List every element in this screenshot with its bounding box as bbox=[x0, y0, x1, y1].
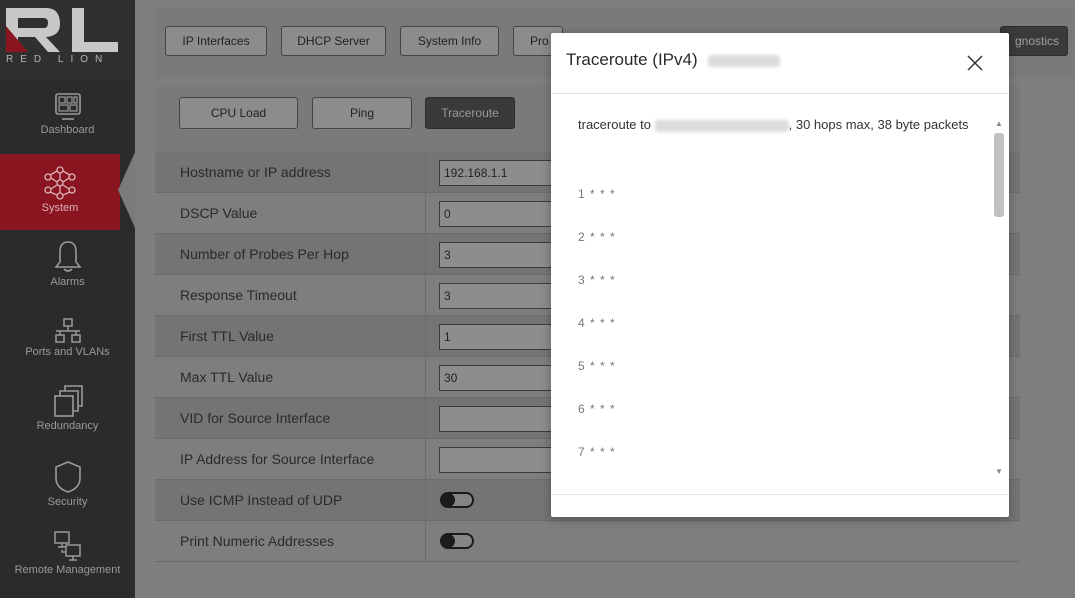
icmp-toggle[interactable] bbox=[440, 492, 474, 508]
hop-line: 1 * * * bbox=[578, 187, 616, 201]
scroll-up-icon[interactable]: ▲ bbox=[995, 119, 1003, 128]
red-lion-logo: RED LION bbox=[0, 0, 135, 80]
max-ttl-label: Max TTL Value bbox=[180, 369, 274, 385]
scroll-thumb[interactable] bbox=[994, 133, 1004, 217]
hop-line: 3 * * * bbox=[578, 273, 616, 287]
sidebar-item-redundancy[interactable]: Redundancy bbox=[0, 384, 135, 446]
tab-dhcp-server[interactable]: DHCP Server bbox=[281, 26, 386, 56]
tab-diagnostics[interactable]: gnostics bbox=[1000, 26, 1068, 56]
toggle-knob bbox=[441, 493, 455, 507]
probes-label: Number of Probes Per Hop bbox=[155, 234, 425, 274]
numeric-label: Print Numeric Addresses bbox=[180, 533, 335, 549]
sidebar-item-ports-and-vlans[interactable]: Ports and VLANs bbox=[0, 318, 135, 376]
numeric-toggle[interactable] bbox=[440, 533, 474, 549]
hostname-label: Hostname or IP address bbox=[155, 152, 425, 192]
hop-line: 2 * * * bbox=[578, 230, 616, 244]
hop-line: 7 * * * bbox=[578, 445, 616, 459]
sidebar: RED LION Dashboard System Alarms Ports a… bbox=[0, 0, 136, 598]
traceroute-output-header: traceroute to , 30 hops max, 38 byte pac… bbox=[578, 117, 969, 132]
vid-label: VID for Source Interface bbox=[155, 398, 425, 438]
scroll-down-icon[interactable]: ▼ bbox=[995, 467, 1003, 476]
modal-body: traceroute to , 30 hops max, 38 byte pac… bbox=[551, 94, 1009, 494]
toggle-knob bbox=[441, 534, 455, 548]
timeout-label: Response Timeout bbox=[180, 287, 297, 303]
redundancy-icon bbox=[53, 385, 83, 417]
modal-footer-divider bbox=[551, 494, 1009, 495]
rl-logo-icon bbox=[6, 8, 118, 52]
hop-line: 4 * * * bbox=[578, 316, 616, 330]
shield-icon bbox=[54, 461, 81, 493]
bell-icon bbox=[53, 241, 82, 272]
subtab-cpu-load[interactable]: CPU Load bbox=[179, 97, 298, 129]
close-icon[interactable] bbox=[965, 53, 985, 73]
first-ttl-label: First TTL Value bbox=[155, 316, 425, 356]
sidebar-item-alarms[interactable]: Alarms bbox=[0, 240, 135, 300]
modal-title: Traceroute (IPv4) bbox=[566, 50, 781, 70]
icmp-label: Use ICMP Instead of UDP bbox=[155, 480, 425, 520]
remote-management-icon bbox=[53, 531, 81, 561]
ports-icon bbox=[54, 318, 81, 343]
system-network-icon bbox=[44, 166, 76, 200]
tab-system-info[interactable]: System Info bbox=[400, 26, 499, 56]
modal-scrollbar[interactable]: ▲ ▼ bbox=[992, 119, 1007, 479]
active-indicator bbox=[118, 150, 136, 230]
dscp-label: DSCP Value bbox=[180, 205, 258, 221]
sidebar-item-security[interactable]: Security bbox=[0, 460, 135, 520]
subtab-traceroute[interactable]: Traceroute bbox=[425, 97, 515, 129]
traceroute-modal: Traceroute (IPv4) traceroute to , 30 hop… bbox=[551, 33, 1009, 517]
sidebar-item-remote-management[interactable]: Remote Management bbox=[0, 530, 135, 592]
brand-text: RED LION bbox=[6, 54, 110, 65]
subtab-ping[interactable]: Ping bbox=[312, 97, 412, 129]
hop-line: 5 * * * bbox=[578, 359, 616, 373]
tab-ip-interfaces[interactable]: IP Interfaces bbox=[165, 26, 267, 56]
dashboard-icon bbox=[54, 93, 81, 120]
redacted-target bbox=[654, 119, 789, 132]
source-ip-label: IP Address for Source Interface bbox=[180, 451, 375, 467]
form-row-numeric: Print Numeric Addresses bbox=[155, 521, 1020, 562]
modal-header: Traceroute (IPv4) bbox=[551, 33, 1009, 94]
sidebar-item-dashboard[interactable]: Dashboard bbox=[0, 92, 135, 154]
hop-line: 6 * * * bbox=[578, 402, 616, 416]
redacted-host bbox=[708, 54, 781, 67]
sidebar-item-system[interactable]: System bbox=[0, 154, 120, 230]
